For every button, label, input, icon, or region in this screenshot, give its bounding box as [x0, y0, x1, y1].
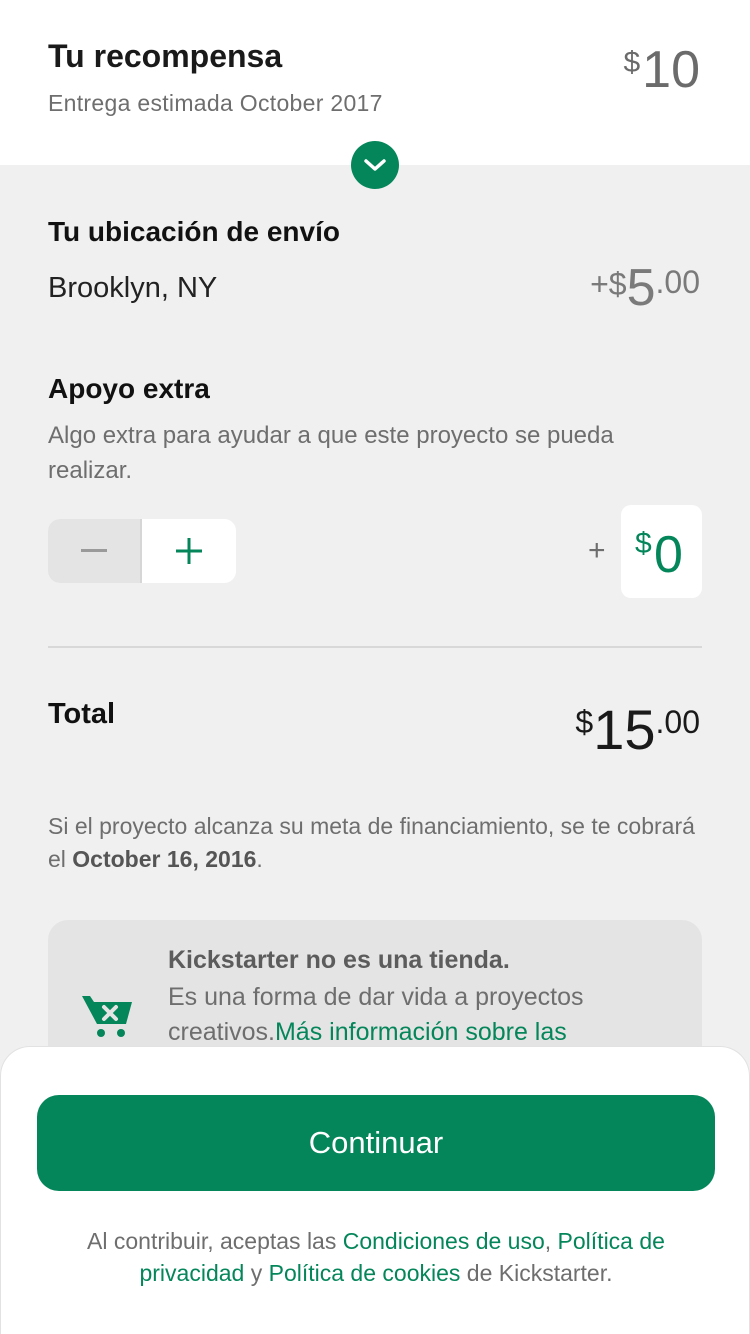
total-currency: $	[575, 704, 594, 740]
increase-button[interactable]	[142, 519, 236, 583]
terms-notice: Al contribuir, aceptas las Condiciones d…	[61, 1225, 691, 1289]
shipping-cost-decimals: .00	[655, 264, 700, 300]
terms-suffix: de Kickstarter.	[460, 1260, 613, 1286]
total-amount-value: 15	[593, 698, 656, 761]
bottom-sheet: Continuar Al contribuir, aceptas las Con…	[0, 1046, 750, 1334]
terms-comma: ,	[544, 1228, 552, 1254]
extra-plus-sign: +	[588, 534, 606, 567]
extra-support-description: Algo extra para ayudar a que este proyec…	[48, 422, 614, 484]
not-a-store-body: Es una forma de dar vida a proyectos cre…	[168, 980, 668, 1050]
decrease-button[interactable]	[48, 519, 142, 583]
charge-note: Si el proyecto alcanza su meta de financ…	[48, 810, 708, 876]
shipping-cost-value: 5	[626, 259, 656, 317]
cookie-policy-link[interactable]: Política de cookies	[269, 1260, 461, 1286]
terms-and: y	[244, 1260, 269, 1286]
reward-amount: $10	[623, 42, 700, 98]
extra-currency: $	[635, 527, 652, 560]
charge-date: October 16, 2016	[72, 846, 257, 872]
pledge-screen: Tu recompensa Entrega estimada October 2…	[0, 0, 750, 1334]
total-amount: $15.00	[575, 700, 700, 760]
extra-amount-value: 0	[654, 526, 683, 584]
shipping-location[interactable]: Brooklyn, NY	[48, 272, 217, 305]
terms-of-use-link[interactable]: Condiciones de uso	[343, 1228, 545, 1254]
minus-icon	[81, 549, 107, 552]
cart-x-icon	[82, 996, 132, 1037]
continue-button[interactable]: Continuar	[37, 1095, 715, 1191]
reward-amount-value: 10	[642, 41, 700, 99]
terms-prefix: Al contribuir, aceptas las	[87, 1228, 343, 1254]
chevron-down-icon[interactable]	[351, 141, 399, 189]
charge-note-end: .	[256, 846, 263, 872]
learn-more-link[interactable]: Más información sobre las	[275, 1018, 567, 1046]
extra-support-title: Apoyo extra	[48, 373, 210, 404]
extra-amount-input[interactable]: $ 0	[621, 505, 702, 598]
total-label: Total	[48, 698, 116, 730]
total-decimals: .00	[655, 704, 700, 740]
shipping-title: Tu ubicación de envío	[48, 216, 340, 247]
plus-icon	[176, 538, 202, 564]
reward-currency: $	[623, 46, 641, 79]
reward-title: Tu recompensa	[48, 38, 283, 74]
divider	[48, 646, 702, 648]
shipping-cost-prefix: +$	[590, 266, 627, 302]
extra-support-stepper	[48, 519, 236, 583]
not-a-store-title: Kickstarter no es una tienda.	[168, 946, 510, 974]
shipping-cost: +$5.00	[590, 260, 700, 316]
reward-delivery-estimate: Entrega estimada October 2017	[48, 90, 383, 116]
